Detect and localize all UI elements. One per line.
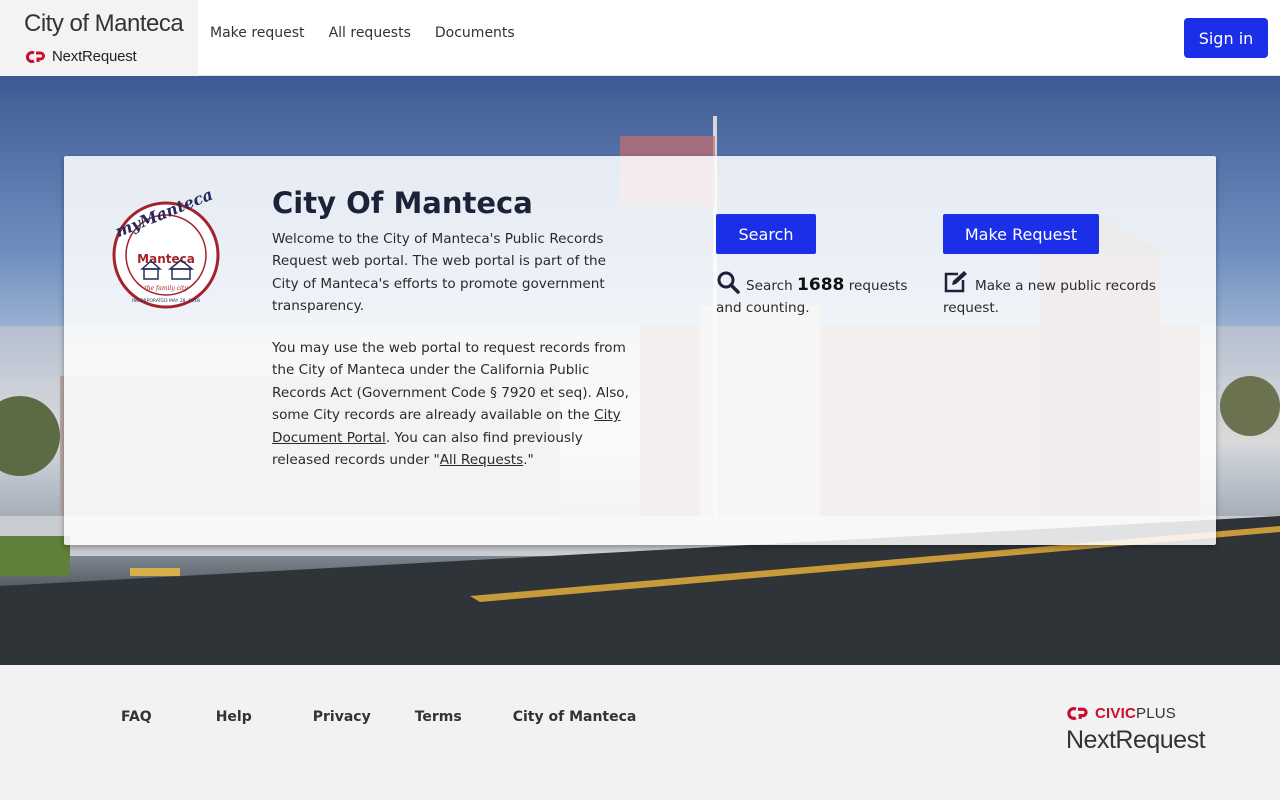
brand-block[interactable]: City of Manteca NextRequest [0, 0, 198, 76]
civicplus-branding[interactable]: CIVICPLUS NextRequest [1066, 705, 1206, 755]
civicplus-logo: CIVICPLUS [1066, 705, 1205, 722]
svg-text:the family city: the family city [144, 285, 188, 292]
request-description: Make a new public records request. [943, 270, 1173, 319]
footer-links: FAQ Help Privacy Terms City of Manteca [121, 709, 636, 725]
brand-title: City of Manteca [24, 10, 184, 37]
sign-in-button[interactable]: Sign in [1184, 18, 1268, 58]
civicplus-civic: CIVIC [1095, 705, 1137, 722]
request-count: 1688 [797, 275, 845, 295]
top-header: City of Manteca NextRequest Make request… [0, 0, 1280, 76]
footer-link-city[interactable]: City of Manteca [513, 709, 637, 725]
civicplus-name: CIVICPLUS [1095, 705, 1176, 722]
info-paragraph: You may use the web portal to request re… [272, 337, 630, 471]
hero-section: myManteca Manteca the family city INCORP… [0, 76, 1280, 665]
magnifier-icon [717, 271, 740, 294]
make-request-button[interactable]: Make Request [943, 214, 1099, 254]
nav-make-request[interactable]: Make request [210, 25, 305, 41]
footer-link-help[interactable]: Help [216, 709, 252, 725]
footer-link-terms[interactable]: Terms [415, 709, 462, 725]
footer-link-faq[interactable]: FAQ [121, 709, 152, 725]
civicplus-logo-icon [1067, 707, 1088, 720]
search-description: Search 1688 requests and counting. [716, 270, 926, 319]
page-title: City Of Manteca [272, 186, 533, 220]
civicplus-plus: PLUS [1136, 705, 1177, 722]
all-requests-link[interactable]: All Requests [440, 452, 523, 468]
search-prefix: Search [746, 278, 793, 294]
brand-subtitle: NextRequest [25, 48, 137, 65]
nav-all-requests[interactable]: All requests [329, 25, 411, 41]
civicplus-product: NextRequest [1066, 726, 1206, 754]
civicplus-logo-icon [26, 50, 45, 63]
search-button[interactable]: Search [716, 214, 816, 254]
info-text-part1: You may use the web portal to request re… [272, 340, 629, 424]
footer-link-privacy[interactable]: Privacy [313, 709, 371, 725]
welcome-paragraph: Welcome to the City of Manteca's Public … [272, 231, 607, 315]
info-text-part3: ." [523, 452, 534, 469]
page-footer: FAQ Help Privacy Terms City of Manteca C… [0, 665, 1280, 800]
main-nav: Make request All requests Documents [210, 25, 515, 41]
city-seal-logo: myManteca Manteca the family city INCORP… [112, 190, 220, 309]
intro-card: myManteca Manteca the family city INCORP… [64, 156, 1216, 545]
nav-documents[interactable]: Documents [435, 25, 515, 41]
brand-product-name: NextRequest [52, 48, 137, 65]
request-text: Make a new public records request. [943, 278, 1156, 316]
edit-icon [944, 271, 967, 293]
svg-text:INCORPORATED MAY 28, 1918: INCORPORATED MAY 28, 1918 [132, 298, 200, 304]
